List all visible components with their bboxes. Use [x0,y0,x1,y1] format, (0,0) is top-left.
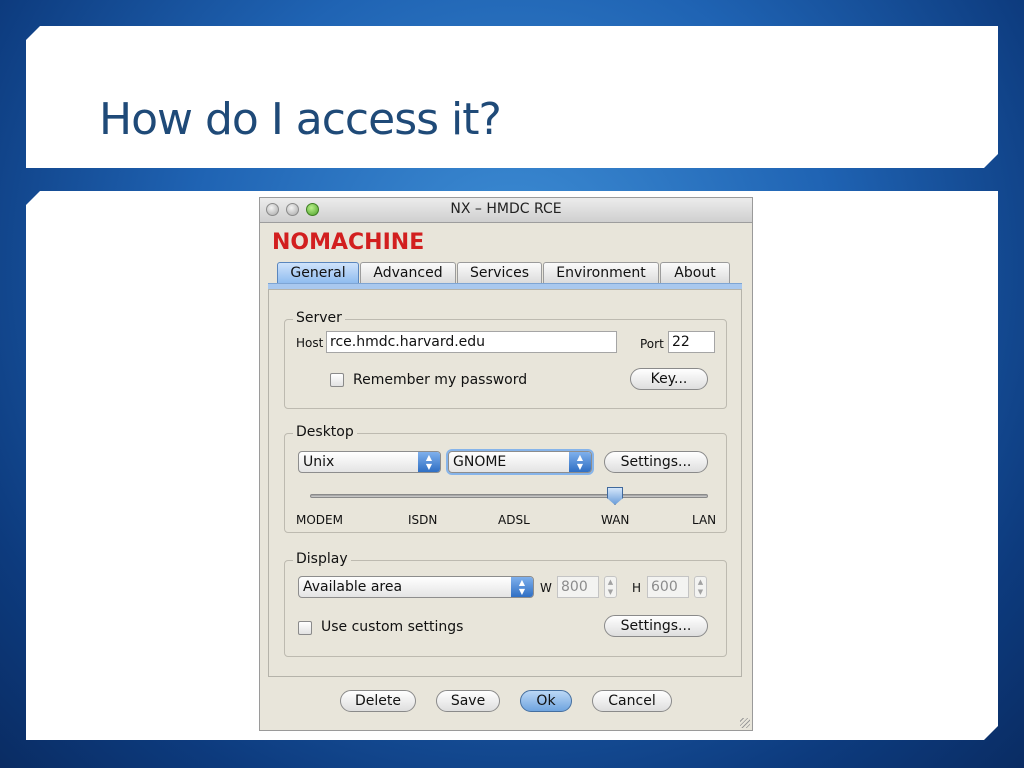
connection-speed-slider[interactable] [310,494,708,498]
speed-label-isdn: ISDN [408,513,438,527]
custom-settings-label: Use custom settings [321,619,464,635]
desktop-os-select[interactable]: Unix ▲ ▼ [298,451,441,473]
desktop-legend: Desktop [293,424,357,440]
width-label: W [540,581,552,595]
desktop-settings-button[interactable]: Settings... [604,451,708,473]
cancel-button[interactable]: Cancel [592,690,672,712]
ok-button[interactable]: Ok [520,690,572,712]
height-input[interactable]: 600 [647,576,689,598]
tab-general[interactable]: General [277,262,359,283]
display-group: Display [284,551,727,657]
display-size-value: Available area [303,579,403,595]
nomachine-logo: NOMACHINE [272,230,425,255]
save-button[interactable]: Save [436,690,500,712]
nx-window: NX – HMDC RCE NOMACHINE General Advanced… [259,197,753,731]
height-stepper[interactable]: ▲ ▼ [694,576,707,598]
display-size-select[interactable]: Available area ▲ ▼ [298,576,534,598]
port-input[interactable]: 22 [668,331,715,353]
slide-title: How do I access it? [99,94,502,145]
chevron-updown-icon: ▲ ▼ [511,577,533,597]
speed-label-lan: LAN [692,513,717,527]
display-legend: Display [293,551,351,567]
remember-password-checkbox[interactable] [330,373,344,387]
server-legend: Server [293,310,345,326]
height-label: H [632,581,642,595]
tab-advanced[interactable]: Advanced [360,262,456,283]
tab-environment[interactable]: Environment [543,262,659,283]
desktop-os-value: Unix [303,454,335,470]
display-settings-button[interactable]: Settings... [604,615,708,637]
host-label: Host [296,336,324,350]
custom-settings-checkbox[interactable] [298,621,312,635]
port-label: Port [640,337,664,351]
window-titlebar[interactable]: NX – HMDC RCE [260,198,752,223]
width-stepper[interactable]: ▲ ▼ [604,576,617,598]
speed-label-wan: WAN [601,513,630,527]
speed-label-modem: MODEM [296,513,343,527]
speed-label-adsl: ADSL [498,513,530,527]
tab-about[interactable]: About [660,262,730,283]
desktop-session-select[interactable]: GNOME ▲ ▼ [448,451,592,473]
host-input[interactable]: rce.hmdc.harvard.edu [326,331,617,353]
width-input[interactable]: 800 [557,576,599,598]
resize-grip-icon[interactable] [740,718,750,728]
delete-button[interactable]: Delete [340,690,416,712]
key-button[interactable]: Key... [630,368,708,390]
chevron-updown-icon: ▲ ▼ [569,452,591,472]
desktop-session-value: GNOME [453,454,507,470]
window-title: NX – HMDC RCE [450,201,562,217]
chevron-updown-icon: ▲ ▼ [418,452,440,472]
remember-password-label: Remember my password [353,372,528,388]
tab-services[interactable]: Services [457,262,542,283]
